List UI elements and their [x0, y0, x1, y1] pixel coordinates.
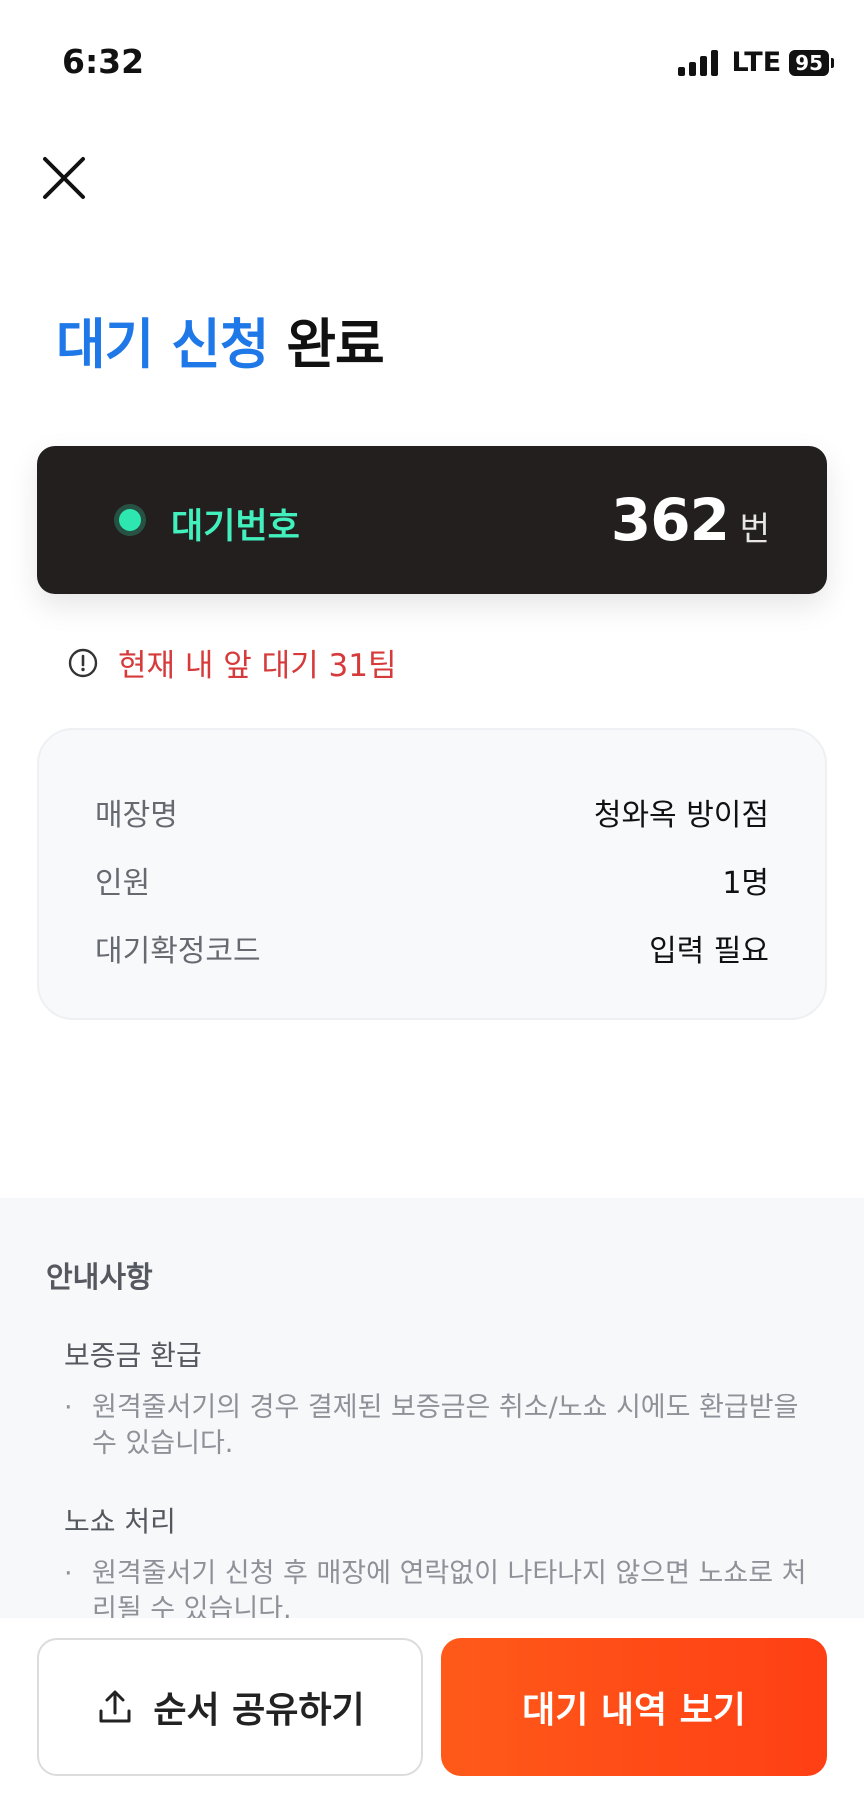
info-value[interactable]: 입력 필요 [649, 926, 769, 970]
notice-section: 안내사항 보증금 환급 · 원격줄서기의 경우 결제된 보증금은 취소/노쇼 시… [0, 1198, 864, 1625]
bullet-icon: · [64, 1558, 73, 1589]
wait-number-label: 대기번호 [171, 507, 300, 547]
status-indicators: LTE 95 [677, 47, 834, 78]
page-title-accent: 대기 신청 [56, 313, 270, 376]
share-order-button[interactable]: 순서 공유하기 [37, 1638, 423, 1776]
notice-title: 안내사항 [46, 1260, 153, 1294]
status-bar: 6:32 LTE 95 [0, 0, 864, 110]
page-title-rest: 완료 [268, 313, 384, 376]
signal-icon [677, 49, 718, 76]
wait-number-card: 대기번호 362 번 [37, 446, 827, 594]
notice-item-text: 원격줄서기의 경우 결제된 보증금은 취소/노쇼 시에도 환급받을 수 있습니다… [92, 1392, 799, 1459]
notice-item-text: 원격줄서기 신청 후 매장에 연락없이 나타나지 않으면 노쇼로 처리될 수 있… [92, 1558, 807, 1625]
page-title: 대기 신청 완료 [56, 300, 385, 379]
info-key: 대기확정코드 [95, 934, 261, 969]
info-key: 매장명 [95, 798, 178, 833]
battery-icon: 95 [789, 49, 834, 76]
info-value: 1명 [722, 866, 769, 901]
status-time: 6:32 [62, 42, 145, 81]
queue-ahead-text: 현재 내 앞 대기 31팀 [118, 648, 397, 684]
bullet-icon: · [64, 1392, 73, 1423]
bottom-action-bar: 순서 공유하기 대기 내역 보기 [0, 1618, 864, 1800]
battery-level: 95 [789, 49, 829, 76]
status-dot-icon [119, 509, 141, 531]
share-order-label: 순서 공유하기 [153, 1690, 365, 1731]
notice-item-deposit: · 원격줄서기의 경우 결제된 보증금은 취소/노쇼 시에도 환급받을 수 있습… [64, 1390, 816, 1462]
view-wait-history-label: 대기 내역 보기 [522, 1690, 746, 1731]
close-button[interactable] [40, 154, 88, 202]
share-upload-icon [99, 1690, 131, 1723]
network-label: LTE [731, 47, 782, 78]
info-key: 인원 [95, 866, 151, 901]
notice-heading-deposit: 보증금 환급 [64, 1339, 202, 1372]
view-wait-history-button[interactable]: 대기 내역 보기 [441, 1638, 827, 1776]
screen: 6:32 LTE 95 대기 신청 완료 대기번호 362 번 현재 내 앞 대… [0, 0, 864, 1800]
info-row-store: 매장명 청와옥 방이점 [95, 790, 769, 834]
info-row-confirm-code[interactable]: 대기확정코드 입력 필요 [95, 926, 769, 970]
wait-number-value: 362 [610, 486, 730, 554]
queue-ahead-notice: 현재 내 앞 대기 31팀 [68, 640, 397, 685]
close-icon [43, 157, 85, 199]
info-value: 청와옥 방이점 [593, 798, 769, 833]
reservation-info-card: 매장명 청와옥 방이점 인원 1명 대기확정코드 입력 필요 [37, 728, 827, 1020]
info-row-party-size: 인원 1명 [95, 858, 769, 902]
wait-number-unit: 번 [739, 509, 770, 548]
exclamation-circle-icon [68, 648, 98, 677]
notice-heading-noshow: 노쇼 처리 [64, 1505, 176, 1538]
